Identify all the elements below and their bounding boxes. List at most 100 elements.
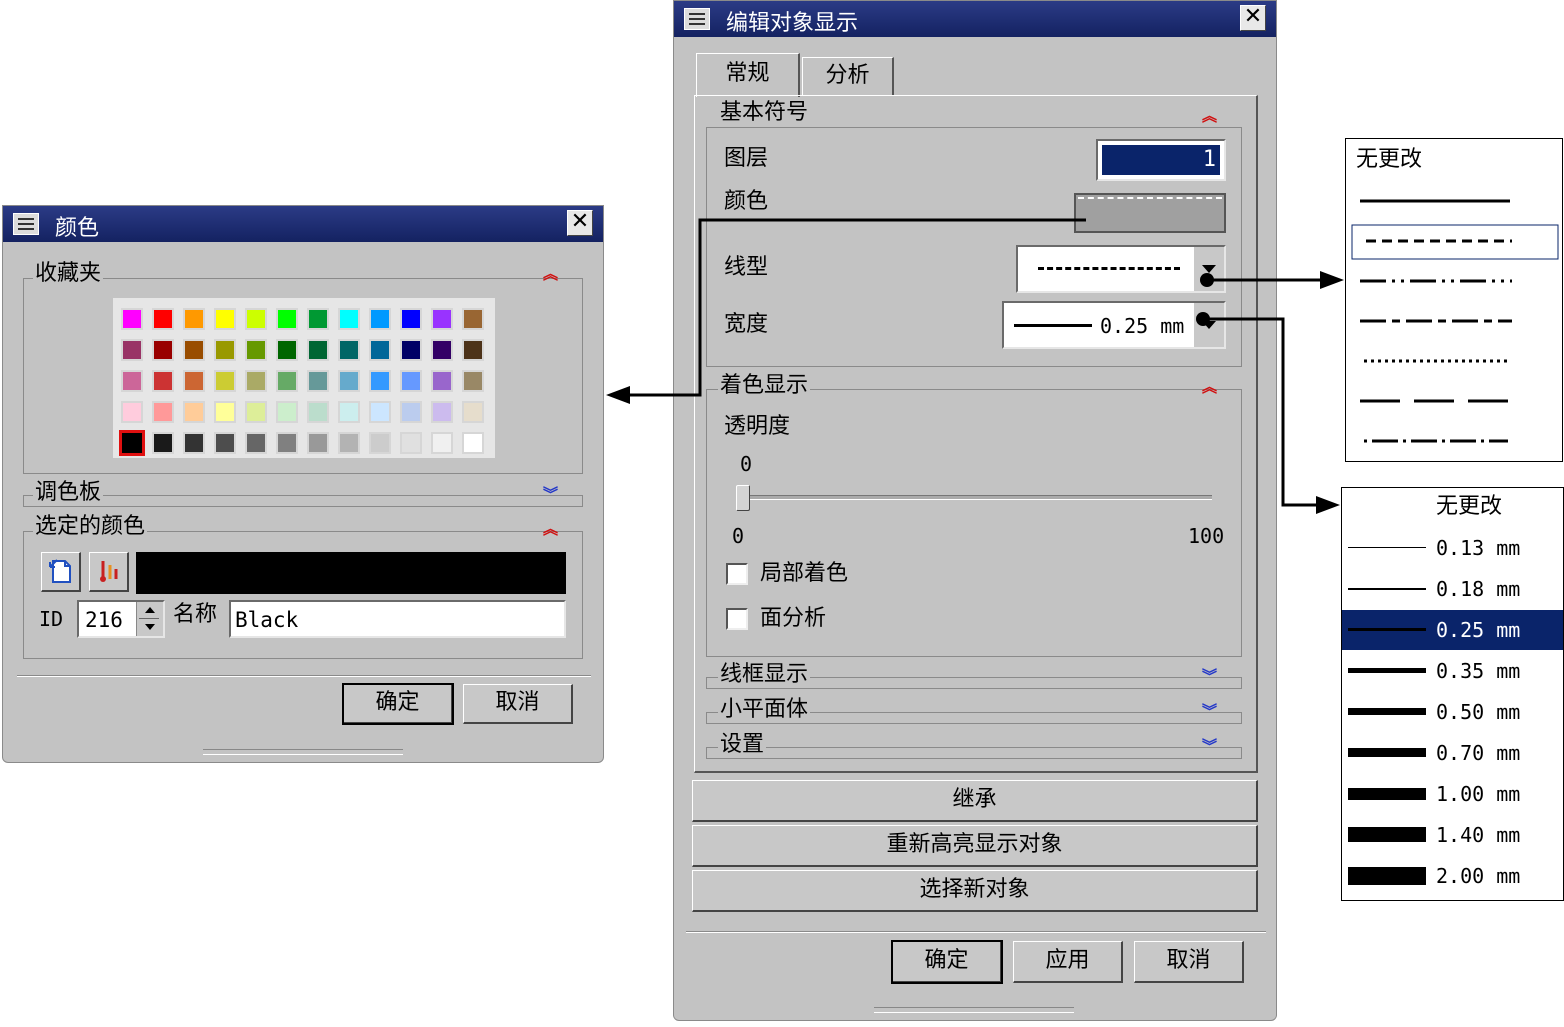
dropdown-button[interactable] <box>1193 247 1224 291</box>
color-swatch[interactable] <box>276 339 298 361</box>
color-swatch[interactable] <box>152 339 174 361</box>
width-option[interactable]: 0.35 mm <box>1342 651 1563 691</box>
color-swatch[interactable] <box>400 401 422 423</box>
color-swatch[interactable] <box>431 308 453 330</box>
close-icon[interactable]: ✕ <box>1240 5 1266 31</box>
id-input[interactable]: 216 <box>77 600 165 638</box>
menu-icon[interactable] <box>13 213 39 235</box>
color-swatch[interactable] <box>369 432 391 454</box>
resize-grip[interactable] <box>874 1007 1074 1013</box>
main-dialog-titlebar[interactable]: 编辑对象显示 ✕ <box>674 1 1276 37</box>
color-swatch[interactable] <box>400 308 422 330</box>
color-swatch[interactable] <box>152 370 174 392</box>
color-swatch[interactable] <box>245 308 267 330</box>
color-swatch[interactable] <box>338 339 360 361</box>
color-swatch[interactable] <box>338 308 360 330</box>
color-swatch[interactable] <box>462 370 484 392</box>
color-swatch[interactable] <box>431 370 453 392</box>
color-swatch[interactable] <box>369 401 391 423</box>
expand-wireframe-icon[interactable]: ︾ <box>1202 669 1217 684</box>
color-swatch[interactable] <box>338 370 360 392</box>
width-no-change[interactable]: 无更改 <box>1436 494 1502 520</box>
color-swatch[interactable] <box>400 370 422 392</box>
menu-icon[interactable] <box>684 8 710 30</box>
color-swatch[interactable] <box>245 401 267 423</box>
id-spinner[interactable] <box>136 602 163 636</box>
dropdown-button[interactable] <box>1193 303 1224 347</box>
color-cancel-button[interactable]: 取消 <box>463 684 573 724</box>
color-swatch[interactable] <box>183 370 205 392</box>
color-swatch[interactable] <box>369 308 391 330</box>
color-swatch[interactable] <box>369 370 391 392</box>
color-swatch[interactable] <box>431 432 453 454</box>
tab-general[interactable]: 常规 <box>696 53 800 97</box>
width-option[interactable]: 0.25 mm <box>1342 610 1563 650</box>
apply-button[interactable]: 应用 <box>1013 941 1123 983</box>
layer-input[interactable]: 1 <box>1096 139 1226 181</box>
color-dialog-titlebar[interactable]: 颜色 ✕ <box>3 206 603 242</box>
color-swatch[interactable] <box>119 430 145 456</box>
color-swatch[interactable] <box>152 432 174 454</box>
select-new-object-button[interactable]: 选择新对象 <box>692 870 1258 912</box>
collapse-shading-icon[interactable]: ︽ <box>1202 380 1217 395</box>
color-ok-button[interactable]: 确定 <box>342 683 454 725</box>
color-swatch[interactable] <box>121 339 143 361</box>
collapse-basic-symbols-icon[interactable]: ︽ <box>1202 109 1217 124</box>
face-analysis-checkbox[interactable] <box>726 608 748 630</box>
color-swatch[interactable] <box>214 308 236 330</box>
spin-down-icon[interactable] <box>145 624 155 630</box>
color-swatch[interactable] <box>276 401 298 423</box>
color-swatch[interactable] <box>369 339 391 361</box>
transparency-slider-thumb[interactable] <box>736 485 750 511</box>
color-swatch[interactable] <box>121 308 143 330</box>
width-option[interactable]: 0.18 mm <box>1342 569 1563 609</box>
color-swatch[interactable] <box>307 370 329 392</box>
color-swatch[interactable] <box>183 308 205 330</box>
color-swatch[interactable] <box>276 432 298 454</box>
width-option[interactable]: 0.70 mm <box>1342 733 1563 773</box>
color-swatch[interactable] <box>214 401 236 423</box>
width-select[interactable]: 0.25 mm <box>1002 301 1226 349</box>
color-swatch[interactable] <box>400 432 422 454</box>
expand-facet-icon[interactable]: ︾ <box>1202 704 1217 719</box>
color-swatch[interactable] <box>462 401 484 423</box>
color-swatch[interactable] <box>338 401 360 423</box>
width-option[interactable]: 1.40 mm <box>1342 815 1563 855</box>
color-swatch[interactable] <box>183 432 205 454</box>
color-swatch[interactable] <box>183 401 205 423</box>
color-swatch[interactable] <box>152 308 174 330</box>
tab-analysis[interactable]: 分析 <box>802 57 894 95</box>
close-icon[interactable]: ✕ <box>567 210 593 236</box>
name-input[interactable]: Black <box>229 600 566 638</box>
color-swatch[interactable] <box>462 432 484 454</box>
main-ok-button[interactable]: 确定 <box>891 940 1003 984</box>
color-swatch[interactable] <box>121 401 143 423</box>
resize-grip[interactable] <box>203 749 403 755</box>
color-swatch[interactable] <box>307 308 329 330</box>
color-swatch[interactable] <box>214 370 236 392</box>
color-swatch[interactable] <box>431 401 453 423</box>
color-swatch[interactable] <box>152 401 174 423</box>
linetype-select[interactable] <box>1016 245 1226 293</box>
color-swatch[interactable] <box>214 432 236 454</box>
partial-shading-checkbox[interactable] <box>726 563 748 585</box>
width-option[interactable]: 0.50 mm <box>1342 692 1563 732</box>
color-swatch[interactable] <box>400 339 422 361</box>
color-swatch[interactable] <box>214 339 236 361</box>
import-color-button[interactable] <box>41 552 81 592</box>
rehighlight-button[interactable]: 重新高亮显示对象 <box>692 825 1258 867</box>
color-swatch[interactable] <box>245 339 267 361</box>
color-swatch[interactable] <box>307 339 329 361</box>
color-swatch-button[interactable] <box>1074 193 1226 233</box>
color-swatch[interactable] <box>245 370 267 392</box>
color-swatch[interactable] <box>276 308 298 330</box>
color-swatch[interactable] <box>431 339 453 361</box>
width-option[interactable]: 0.13 mm <box>1342 528 1563 568</box>
color-swatch[interactable] <box>307 432 329 454</box>
color-swatch[interactable] <box>245 432 267 454</box>
eyedropper-button[interactable] <box>89 552 129 592</box>
color-swatch[interactable] <box>462 308 484 330</box>
width-option[interactable]: 2.00 mm <box>1342 856 1563 896</box>
width-option[interactable]: 1.00 mm <box>1342 774 1563 814</box>
spin-up-icon[interactable] <box>145 607 155 613</box>
